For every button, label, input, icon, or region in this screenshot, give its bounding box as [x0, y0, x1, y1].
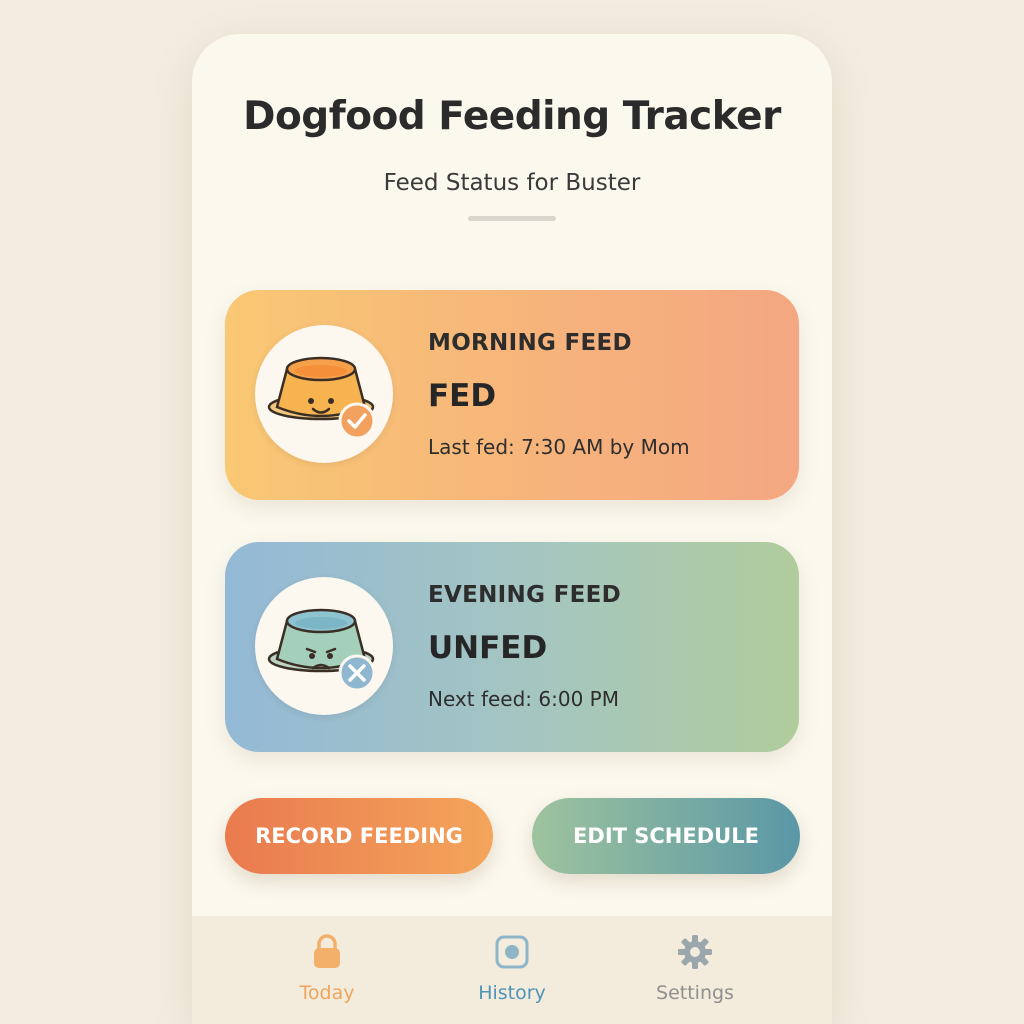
app-screen: Dogfood Feeding Tracker Feed Status for …	[192, 34, 832, 1024]
edit-schedule-button[interactable]: EDIT SCHEDULE	[532, 798, 800, 874]
card-label: MORNING FEED	[428, 330, 632, 356]
nav-item-today[interactable]: Today	[247, 916, 407, 1024]
feed-detail: Next feed: 6:00 PM	[428, 687, 619, 711]
page-subtitle: Feed Status for Buster	[383, 170, 641, 196]
nav-label: History	[478, 982, 546, 1004]
divider	[468, 216, 556, 221]
evening-feed-card[interactable]: EVENING FEED UNFED Next feed: 6:00 PM	[225, 542, 799, 752]
nav-label: Today	[299, 982, 355, 1004]
happy-bowl-check-icon	[255, 325, 393, 463]
morning-feed-card[interactable]: MORNING FEED FED Last fed: 7:30 AM by Mo…	[225, 290, 799, 500]
bottom-nav: Today History Settings	[192, 916, 832, 1024]
lock-icon	[314, 934, 340, 968]
record-icon	[495, 935, 529, 969]
sad-bowl-x-icon	[255, 577, 393, 715]
nav-label: Settings	[656, 982, 734, 1004]
page-title: Dogfood Feeding Tracker	[243, 94, 781, 139]
record-feeding-button[interactable]: RECORD FEEDING	[225, 798, 493, 874]
nav-item-settings[interactable]: Settings	[615, 916, 775, 1024]
gear-icon	[678, 935, 712, 969]
feed-status: FED	[428, 378, 497, 414]
card-label: EVENING FEED	[428, 582, 621, 608]
nav-item-history[interactable]: History	[432, 916, 592, 1024]
feed-detail: Last fed: 7:30 AM by Mom	[428, 435, 690, 459]
feed-status: UNFED	[428, 630, 548, 666]
